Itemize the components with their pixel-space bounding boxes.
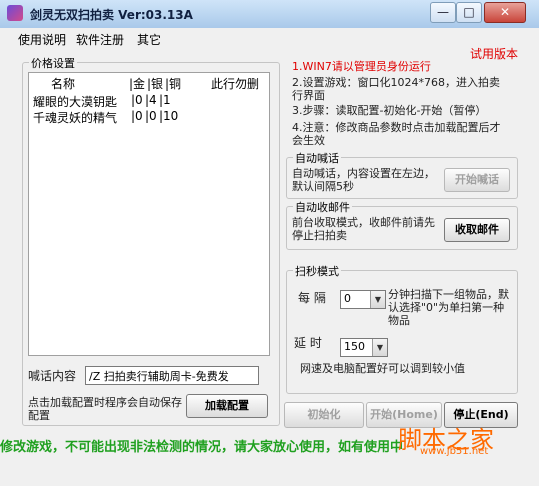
delay-value: 150 <box>344 340 365 353</box>
app-icon <box>7 5 23 21</box>
delay-label: 延 时 <box>294 336 322 350</box>
item-copper: |10 <box>159 109 179 123</box>
auto-mail-label: 自动收邮件 <box>293 199 352 215</box>
instruction-2: 2.设置游戏：窗口化1024*768，进入拍卖行界面 <box>292 76 500 102</box>
auto-chat-label: 自动喊话 <box>293 150 341 166</box>
interval-select[interactable]: 0 ▼ <box>340 290 386 309</box>
collect-mail-button[interactable]: 收取邮件 <box>444 218 510 242</box>
chevron-down-icon[interactable]: ▼ <box>370 291 385 308</box>
app-window: 剑灵无双扫拍卖 Ver:03.13A — □ ✕ 使用说明 软件注册 其它 价格… <box>0 0 539 486</box>
item-name: 千魂灵妖的精气 <box>33 111 118 125</box>
item-gold: |0 <box>131 109 143 123</box>
price-list[interactable]: 名称 |金 |银 |铜 此行勿删 耀眼的大漠钥匙 |0 |4 |1 千魂灵妖的精… <box>28 72 270 356</box>
instruction-3: 3.步骤：读取配置-初始化-开始（暂停） <box>292 104 487 117</box>
interval-desc: 分钟扫描下一组物品，默认选择"0"为单扫第一种物品 <box>388 288 509 327</box>
menu-bar: 使用说明 软件注册 其它 <box>0 28 539 48</box>
col-gold: |金 <box>129 77 146 91</box>
menu-item-register[interactable]: 软件注册 <box>76 31 124 48</box>
item-silver: |0 <box>145 109 157 123</box>
interval-value: 0 <box>344 292 351 305</box>
delay-desc: 网速及电脑配置好可以调到较小值 <box>300 362 465 375</box>
chevron-down-icon[interactable]: ▼ <box>372 339 387 356</box>
interval-label: 每 隔 <box>298 291 326 305</box>
maximize-button[interactable]: □ <box>456 2 482 23</box>
item-gold: |0 <box>131 93 143 107</box>
auto-chat-desc: 自动喊话，内容设置在左边，默认间隔5秒 <box>292 167 435 193</box>
col-silver: |银 <box>147 77 164 91</box>
window-title: 剑灵无双扫拍卖 Ver:03.13A <box>30 8 193 22</box>
instruction-1: 1.WIN7请以管理员身份运行 <box>292 60 431 73</box>
list-item[interactable]: 耀眼的大漠钥匙 |0 |4 |1 <box>33 93 263 109</box>
auto-mail-desc: 前台收取模式，收邮件前请先停止扫拍卖 <box>292 216 435 242</box>
load-config-button[interactable]: 加载配置 <box>186 394 268 418</box>
watermark-url: www.jb51.net <box>420 446 489 457</box>
close-button[interactable]: ✕ <box>484 2 526 23</box>
col-note: 此行勿删 <box>211 77 260 91</box>
price-settings-label: 价格设置 <box>29 55 77 71</box>
item-silver: |4 <box>145 93 157 107</box>
instruction-4: 4.注意：修改商品参数时点击加载配置后才会生效 <box>292 121 501 147</box>
load-config-hint: 点击加载配置时程序会自动保存配置 <box>28 396 182 422</box>
menu-item-other[interactable]: 其它 <box>137 31 161 48</box>
item-name: 耀眼的大漠钥匙 <box>33 95 118 109</box>
item-copper: |1 <box>159 93 171 107</box>
init-button[interactable]: 初始化 <box>284 402 364 428</box>
menu-item-help[interactable]: 使用说明 <box>18 31 66 48</box>
start-chat-button[interactable]: 开始喊话 <box>444 168 510 192</box>
title-bar[interactable]: 剑灵无双扫拍卖 Ver:03.13A — □ ✕ <box>0 0 539 29</box>
scan-mode-label: 扫秒模式 <box>293 263 341 279</box>
minimize-button[interactable]: — <box>430 2 456 23</box>
list-item[interactable]: 千魂灵妖的精气 |0 |0 |10 <box>33 109 263 125</box>
col-name: 名称 <box>51 77 76 91</box>
chat-content-label: 喊话内容 <box>28 369 77 383</box>
col-copper: |铜 <box>165 77 182 91</box>
delay-select[interactable]: 150 ▼ <box>340 338 388 357</box>
chat-content-input[interactable]: /Z 扫拍卖行辅助周卡-免费发 <box>85 366 259 385</box>
